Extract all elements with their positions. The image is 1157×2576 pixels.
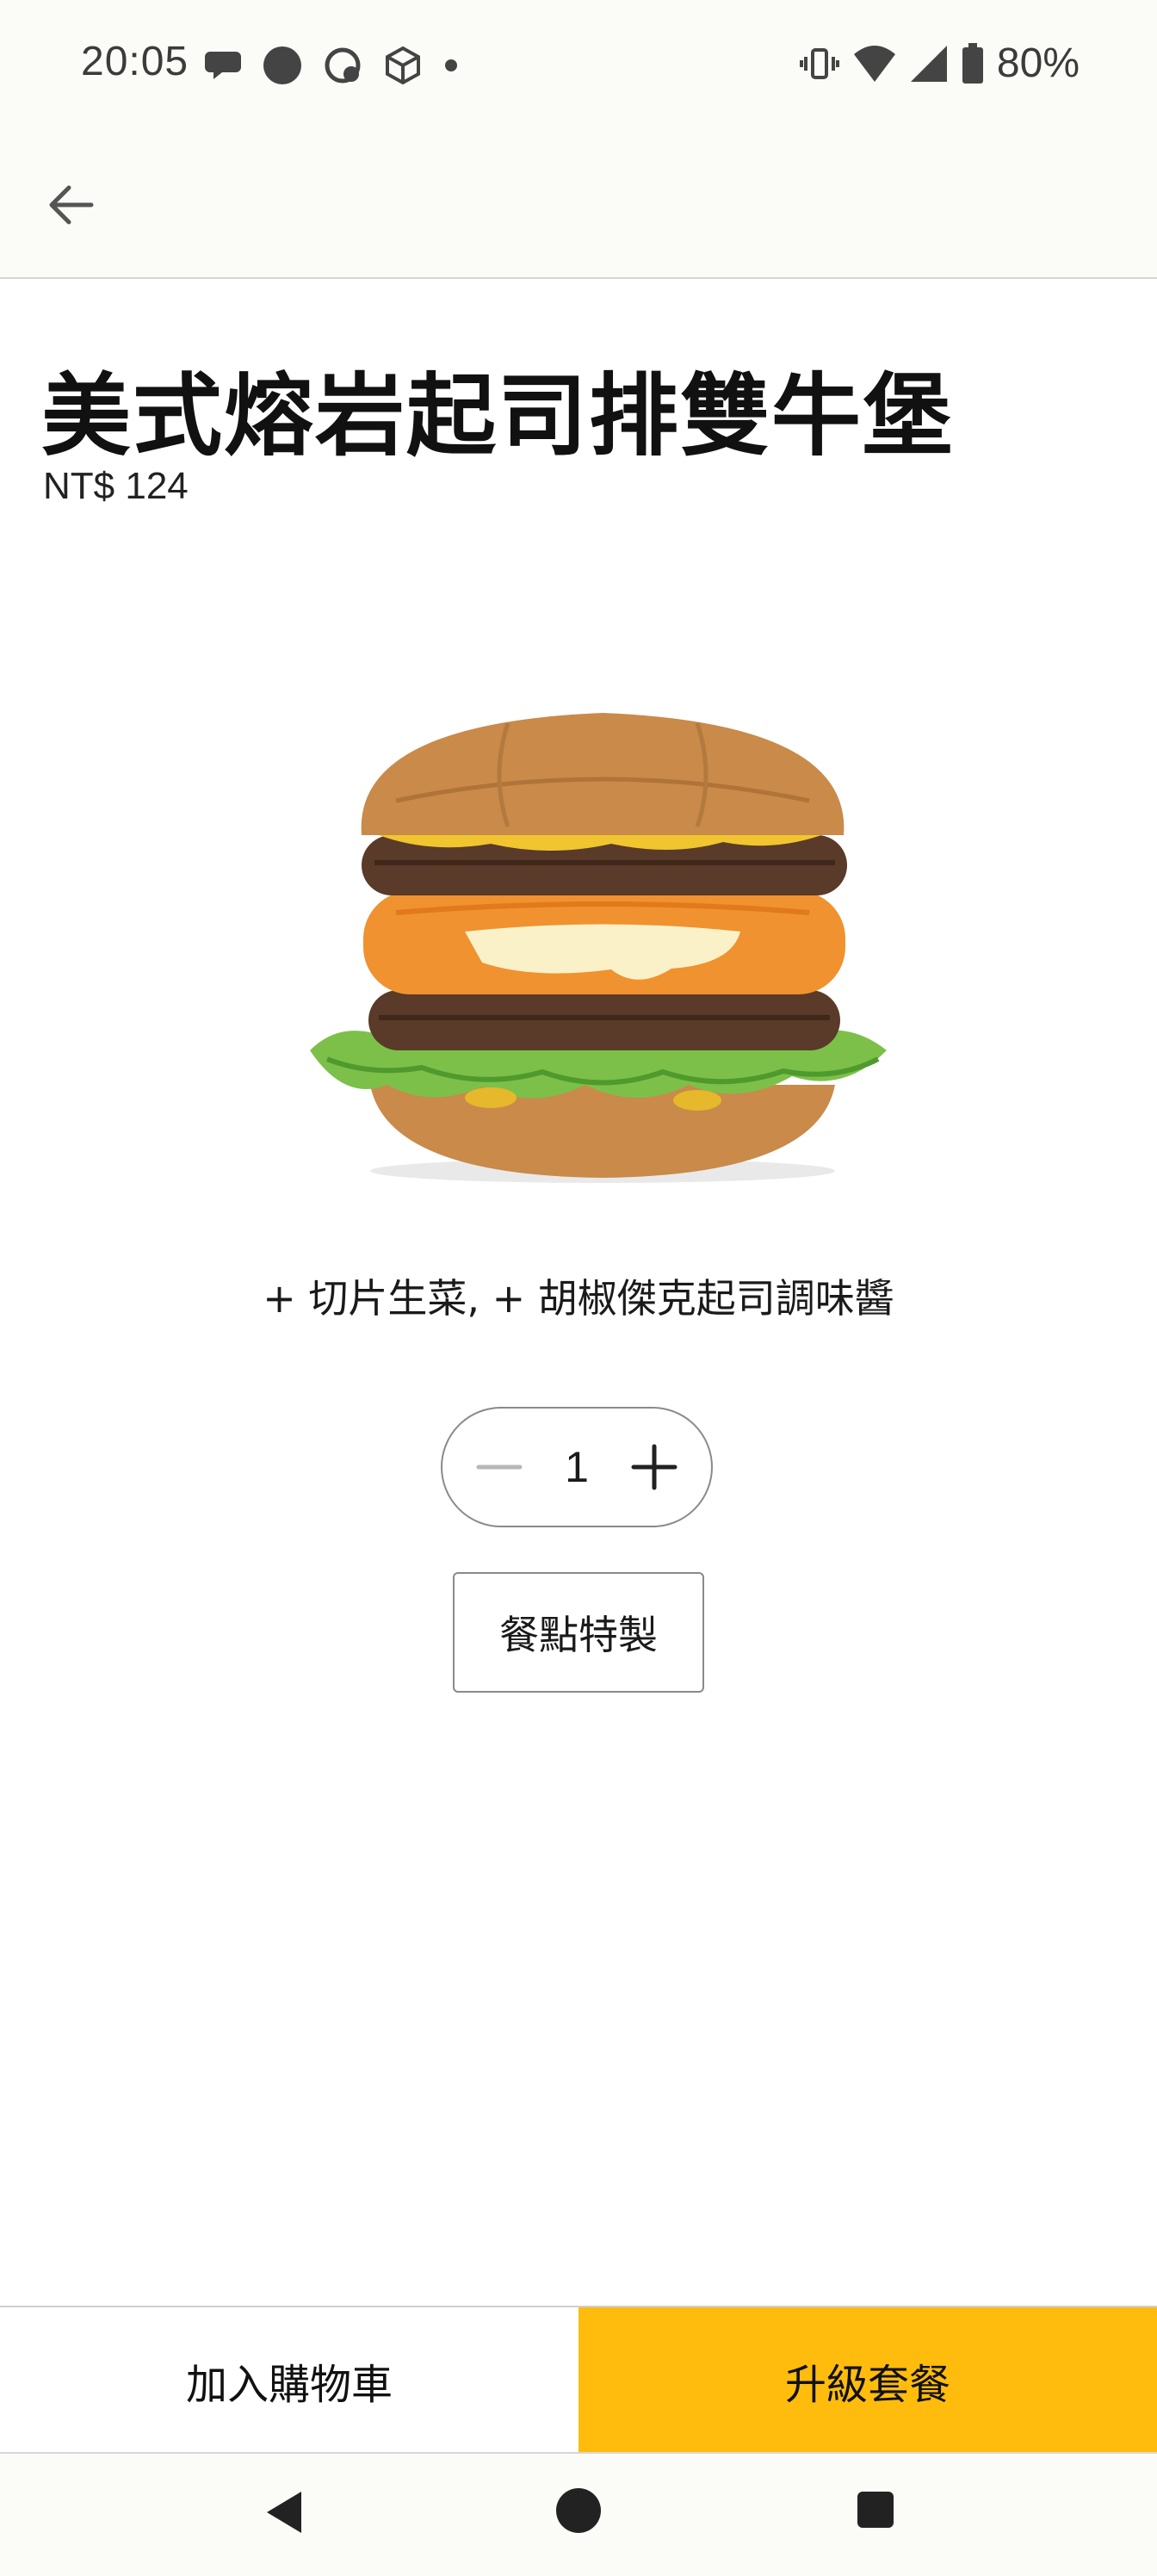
plus-icon — [631, 1444, 677, 1490]
minus-icon — [476, 1464, 523, 1470]
add-to-cart-button[interactable]: 加入購物車 — [0, 2307, 578, 2454]
product-price: NT$ 124 — [43, 465, 189, 507]
vibrate-icon — [799, 47, 839, 79]
upgrade-meal-button[interactable]: 升級套餐 — [578, 2307, 1157, 2454]
dot-icon — [445, 59, 457, 71]
quantity-value: 1 — [565, 1443, 589, 1491]
status-notification-icons — [205, 45, 460, 86]
top-app-bar — [0, 129, 1157, 279]
cube-icon — [386, 46, 420, 85]
arrow-left-icon — [49, 185, 94, 225]
nav-back-icon[interactable] — [258, 2486, 310, 2538]
increase-quantity-button[interactable] — [620, 1433, 689, 1502]
status-time: 20:05 — [81, 39, 189, 84]
nav-recents-icon[interactable] — [857, 2492, 894, 2528]
circle-icon — [263, 46, 301, 84]
decrease-quantity-button[interactable] — [465, 1433, 534, 1502]
back-button[interactable] — [41, 174, 103, 236]
product-modifiers: + 切片生菜, + 胡椒傑克起司調味醬 — [263, 1275, 894, 1322]
burger-image — [310, 713, 887, 1183]
battery-percentage: 80% — [996, 40, 1080, 86]
signal-icon — [910, 45, 947, 82]
status-system-icons: 80% — [799, 40, 1080, 87]
quantity-stepper: 1 — [441, 1407, 713, 1527]
message-icon — [205, 52, 241, 79]
battery-icon — [962, 42, 983, 84]
customize-meal-button[interactable]: 餐點特製 — [453, 1572, 704, 1693]
bottom-action-bar: 加入購物車 升級套餐 — [0, 2306, 1157, 2454]
wifi-icon — [853, 45, 895, 82]
nav-home-icon[interactable] — [556, 2488, 601, 2533]
system-nav-bar — [0, 2452, 1157, 2576]
clock-badge-icon — [325, 47, 361, 84]
product-title: 美式熔岩起司排雙牛堡 — [41, 363, 955, 468]
status-bar: 20:05 80% — [0, 0, 1157, 129]
